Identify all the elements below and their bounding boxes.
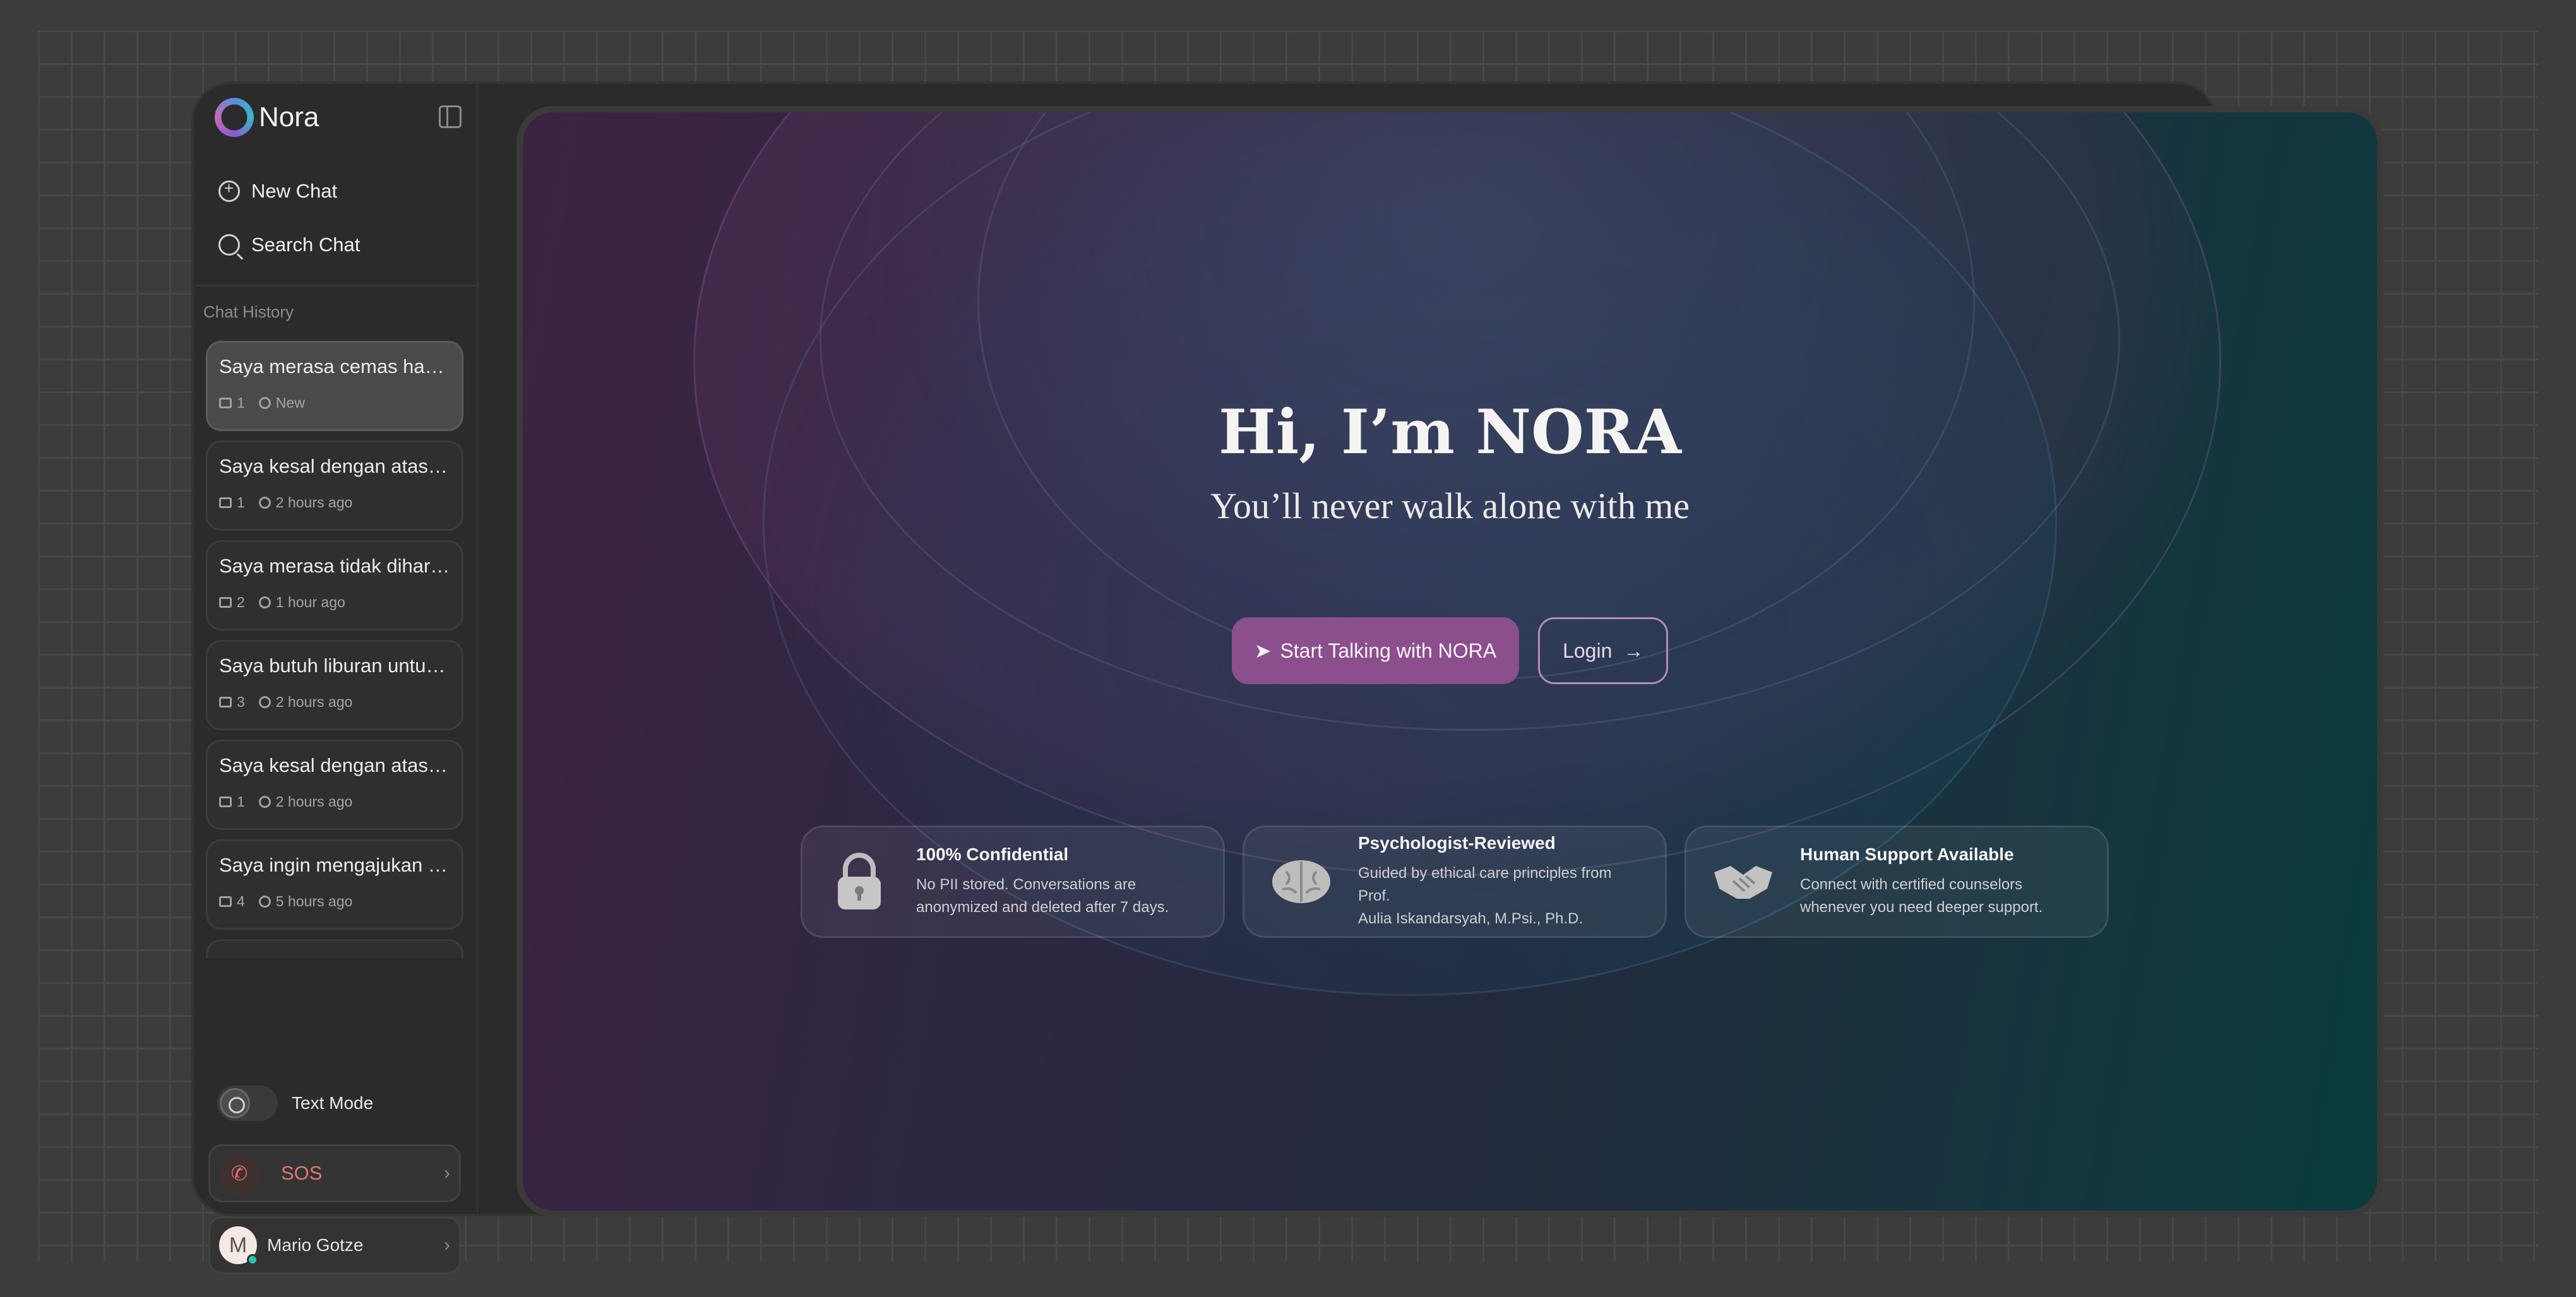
feature-description: No PII stored. Conversations are anonymiz… <box>916 876 1169 916</box>
chat-time: 2 hours ago <box>275 494 353 511</box>
sidebar-divider <box>196 285 477 287</box>
message-icon <box>219 797 232 807</box>
message-count: 4 <box>237 893 245 909</box>
sos-button[interactable]: ✆ SOS › <box>208 1144 461 1202</box>
message-icon <box>219 497 232 508</box>
avatar-initial: M <box>229 1233 247 1257</box>
start-talking-label: Start Talking with NORA <box>1280 639 1497 662</box>
logo-ring-icon <box>215 98 254 137</box>
chat-history-label: Chat History <box>203 302 294 321</box>
chat-time: 1 hour ago <box>275 594 345 610</box>
text-mode-toggle[interactable] <box>217 1086 278 1121</box>
message-count: 1 <box>237 394 245 411</box>
message-icon <box>219 597 232 608</box>
chat-title: Saya kesal dengan atasan... <box>219 754 450 776</box>
chat-time: 2 hours ago <box>275 793 353 810</box>
feature-description: Connect with certified counselors wheneve… <box>1800 876 2043 916</box>
chat-bubble-icon <box>220 1088 250 1118</box>
message-icon <box>219 398 232 408</box>
main-panel: Hi, I’m NORA You’ll never walk alone wit… <box>516 106 2383 1217</box>
user-profile-button[interactable]: M Mario Gotze › <box>208 1216 461 1274</box>
text-mode-label: Text Mode <box>292 1093 374 1113</box>
search-chat-button[interactable]: Search Chat <box>218 234 360 256</box>
chat-time: 2 hours ago <box>275 694 353 710</box>
start-talking-button[interactable]: ➤ Start Talking with NORA <box>1231 617 1520 684</box>
clock-icon <box>258 696 271 708</box>
message-count: 1 <box>237 793 245 810</box>
search-chat-label: Search Chat <box>251 234 361 256</box>
message-count: 2 <box>237 594 245 610</box>
sidebar: Nora New Chat Search Chat Chat History S… <box>196 85 479 1274</box>
clock-icon <box>258 497 271 509</box>
chat-time: New <box>275 394 305 411</box>
chat-title: Saya kesal dengan atasan... <box>219 455 450 477</box>
chat-title: Saya ingin mengajukan id... <box>219 854 450 876</box>
avatar: M <box>219 1226 258 1265</box>
collapse-sidebar-icon[interactable] <box>439 105 462 128</box>
chat-history-item[interactable]: Saya kesal dengan atasan... 1 2 hours ago <box>206 740 463 830</box>
online-status-dot <box>247 1254 258 1265</box>
chat-title: Saya butuh liburan untuk... <box>219 654 450 677</box>
sos-label: SOS <box>281 1162 323 1184</box>
new-chat-icon <box>218 179 240 202</box>
hero-subtitle: You’ll never walk alone with me <box>1210 485 1690 526</box>
feature-description: Guided by ethical care principles from P… <box>1358 865 1612 927</box>
chat-history-item[interactable]: Saya kesal dengan atasan... 1 2 hours ago <box>206 441 463 531</box>
feature-cards: 100% Confidential No PII stored. Convers… <box>801 826 2109 938</box>
clock-icon <box>258 596 271 608</box>
cta-row: ➤ Start Talking with NORA Login → <box>523 617 2377 684</box>
feature-title: Human Support Available <box>1800 844 2014 864</box>
new-chat-label: New Chat <box>251 180 338 202</box>
phone-icon: ✆ <box>219 1153 259 1193</box>
app-name: Nora <box>259 102 319 133</box>
chat-history-item[interactable]: Saya merasa tidak diharg... 2 1 hour ago <box>206 540 463 631</box>
rocket-icon: ➤ <box>1254 639 1272 662</box>
chat-history-item[interactable]: Saya butuh liburan untuk... 3 2 hours ago <box>206 640 463 730</box>
login-label: Login <box>1563 639 1613 662</box>
brain-icon <box>1263 844 1339 920</box>
feature-card-confidential: 100% Confidential No PII stored. Convers… <box>801 826 1225 938</box>
feature-card-human-support: Human Support Available Connect with cer… <box>1685 826 2109 938</box>
clock-icon <box>258 896 271 908</box>
login-button[interactable]: Login → <box>1538 617 1669 684</box>
message-icon <box>219 896 232 907</box>
chevron-right-icon: › <box>444 1163 450 1183</box>
chat-history-list[interactable]: Saya merasa cemas harini... 1 New Saya ke… <box>206 341 463 958</box>
message-count: 1 <box>237 494 245 511</box>
text-mode-toggle-row: Text Mode <box>217 1086 373 1121</box>
hero-title: Hi, I’m NORA <box>1219 396 1681 468</box>
chat-history-item[interactable] <box>206 939 463 958</box>
chat-history-item[interactable]: Saya merasa cemas harini... 1 New <box>206 341 463 431</box>
message-count: 3 <box>237 694 245 710</box>
chat-title: Saya merasa tidak diharg... <box>219 555 450 577</box>
handshake-icon <box>1705 844 1781 920</box>
chat-time: 5 hours ago <box>275 893 353 909</box>
message-icon <box>219 697 232 708</box>
user-name: Mario Gotze <box>267 1235 364 1255</box>
lock-icon <box>821 844 897 920</box>
app-logo[interactable]: Nora <box>215 98 319 137</box>
chat-title: Saya merasa cemas harini... <box>219 355 450 377</box>
feature-card-psychologist: Psychologist-Reviewed Guided by ethical … <box>1243 826 1667 938</box>
new-chat-button[interactable]: New Chat <box>218 179 338 203</box>
search-icon <box>218 234 240 256</box>
feature-title: Psychologist-Reviewed <box>1358 833 1556 853</box>
clock-icon <box>258 397 271 409</box>
arrow-right-icon: → <box>1623 639 1644 662</box>
clock-icon <box>258 796 271 808</box>
chevron-right-icon: › <box>444 1235 450 1255</box>
feature-title: 100% Confidential <box>916 844 1069 864</box>
chat-history-item[interactable]: Saya ingin mengajukan id... 4 5 hours ago <box>206 839 463 930</box>
